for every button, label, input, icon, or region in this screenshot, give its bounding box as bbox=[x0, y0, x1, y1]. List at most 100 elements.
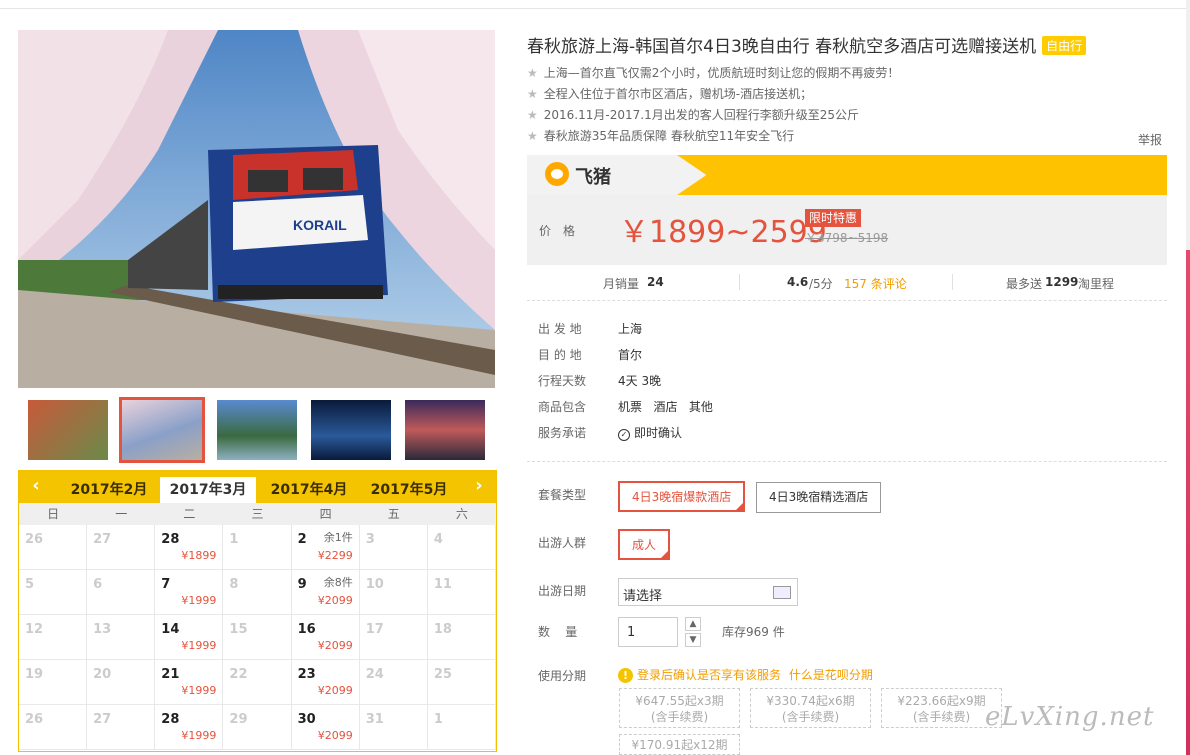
day-number: 20 bbox=[93, 667, 112, 682]
calendar-day-cell[interactable]: 21 ¥1999 bbox=[155, 660, 224, 705]
day-number: 18 bbox=[433, 622, 452, 637]
monthly-sales-label: 月销量 bbox=[603, 277, 640, 291]
day-number: 22 bbox=[229, 667, 248, 682]
installment-option-12[interactable]: ¥170.91起x12期 bbox=[619, 734, 740, 755]
day-number: 19 bbox=[25, 667, 44, 682]
quantity-label: 数 量 bbox=[538, 625, 578, 639]
calendar-day-cell: 11 bbox=[427, 570, 496, 615]
calendar-icon[interactable] bbox=[773, 586, 791, 599]
huabei-help-link[interactable]: 什么是花呗分期 bbox=[789, 668, 873, 682]
info-label: 行程天数 bbox=[538, 374, 587, 388]
divider bbox=[527, 300, 1167, 301]
calendar-day-cell[interactable]: 16 ¥2099 bbox=[291, 615, 360, 660]
day-number: 15 bbox=[229, 622, 248, 637]
fliggy-logo-icon bbox=[545, 162, 569, 186]
month-tab-mar[interactable]: 2017年3月 bbox=[160, 477, 256, 503]
star-icon: ★ bbox=[527, 108, 538, 122]
exclamation-icon: ! bbox=[618, 668, 633, 683]
calendar-day-cell[interactable]: 9 余8件 ¥2099 bbox=[291, 570, 360, 615]
feature-text: 全程入住位于首尔市区酒店，赠机场-酒店接送机； bbox=[543, 87, 813, 101]
installment-option-9[interactable]: ¥223.66起x9期 (含手续费) bbox=[881, 688, 1002, 728]
price-label: 价格 bbox=[539, 224, 588, 238]
quantity-down-icon[interactable]: ▼ bbox=[685, 633, 701, 647]
quantity-up-icon[interactable]: ▲ bbox=[685, 617, 701, 631]
calendar-day-cell: 27 bbox=[87, 705, 156, 750]
calendar-day-cell: 1 bbox=[427, 705, 496, 750]
price-value: ￥1899~2599 bbox=[619, 215, 827, 250]
calendar-day-cell: 27 bbox=[87, 525, 156, 570]
month-tab-apr[interactable]: 2017年4月 bbox=[261, 477, 357, 503]
watermark: eLvXing.net bbox=[985, 702, 1155, 732]
crowd-option-adult[interactable]: 成人 bbox=[618, 529, 671, 560]
day-stock: 余1件 bbox=[323, 531, 353, 544]
weekday-thu: 四 bbox=[319, 507, 332, 521]
installment-amount: ¥170.91起x12期 bbox=[631, 738, 728, 752]
next-month-icon[interactable]: › bbox=[467, 475, 491, 496]
day-number: 24 bbox=[365, 667, 384, 682]
package-label: 套餐类型 bbox=[538, 488, 587, 502]
day-number: 1 bbox=[229, 532, 239, 547]
day-number: 10 bbox=[365, 577, 384, 592]
report-link[interactable]: 举报 bbox=[1138, 131, 1162, 148]
thumbnail-4[interactable] bbox=[311, 400, 391, 460]
feature-item: ★ 春秋旅游35年品质保障 春秋航空11年安全飞行 bbox=[527, 127, 794, 144]
date-label: 出游日期 bbox=[538, 584, 587, 598]
calendar-day-cell: 26 bbox=[19, 525, 88, 570]
info-label: 出 发 地 bbox=[538, 322, 582, 336]
installment-option-6[interactable]: ¥330.74起x6期 (含手续费) bbox=[750, 688, 871, 728]
calendar-day-cell[interactable]: 23 ¥2099 bbox=[291, 660, 360, 705]
calendar-day-cell[interactable]: 14 ¥1999 bbox=[155, 615, 224, 660]
day-number: 21 bbox=[161, 667, 180, 682]
day-price: ¥2099 bbox=[317, 639, 353, 652]
day-number: 7 bbox=[161, 577, 171, 592]
calendar-day-cell[interactable]: 7 ¥1999 bbox=[155, 570, 224, 615]
month-tab-feb[interactable]: 2017年2月 bbox=[61, 477, 157, 503]
calendar-day-cell[interactable]: 30 ¥2099 bbox=[291, 705, 360, 750]
quantity-input[interactable]: 1 bbox=[618, 617, 678, 647]
day-number: 4 bbox=[433, 532, 443, 547]
stats-divider bbox=[952, 274, 953, 290]
thumbnail-5[interactable] bbox=[405, 400, 485, 460]
month-tab-may[interactable]: 2017年5月 bbox=[361, 477, 457, 503]
calendar-day-cell: 12 bbox=[19, 615, 88, 660]
day-number: 30 bbox=[297, 712, 316, 727]
thumbnail-2-selected[interactable] bbox=[119, 397, 205, 463]
stock-count: 库存969 件 bbox=[722, 625, 785, 639]
package-option-select[interactable]: 4日3晚宿精选酒店 bbox=[756, 482, 882, 513]
date-placeholder: 请选择 bbox=[623, 589, 663, 604]
star-icon: ★ bbox=[527, 87, 538, 101]
prev-month-icon[interactable]: ‹ bbox=[24, 475, 48, 496]
review-count-link[interactable]: 157 条评论 bbox=[844, 275, 907, 292]
weekday-wed: 三 bbox=[251, 507, 264, 521]
day-number: 26 bbox=[25, 712, 44, 727]
brand-banner-stripe bbox=[677, 155, 1167, 195]
date-picker-input[interactable]: 请选择 bbox=[618, 578, 798, 606]
original-price: ￥3798~5198 bbox=[805, 231, 889, 245]
thumbnail-1[interactable] bbox=[28, 400, 108, 460]
calendar-day-cell[interactable]: 2 余1件 ¥2299 bbox=[291, 525, 360, 570]
day-price: ¥1999 bbox=[181, 639, 217, 652]
info-duration: 行程天数 4天 3晚 bbox=[538, 372, 661, 389]
main-product-image[interactable]: KORAIL bbox=[18, 30, 495, 388]
product-title-text: 春秋旅游上海-韩国首尔4日3晚自由行 春秋航空多酒店可选赠接送机 bbox=[527, 37, 1037, 57]
package-option-hot[interactable]: 4日3晚宿爆款酒店 bbox=[618, 481, 746, 512]
calendar-day-cell[interactable]: 28 ¥1999 bbox=[155, 705, 224, 750]
divider bbox=[527, 461, 1167, 462]
thumbnail-3[interactable] bbox=[217, 400, 297, 460]
feature-text: 上海—首尔直飞仅需2个小时，优质航班时刻让您的假期不再疲劳！ bbox=[543, 66, 900, 80]
info-value: 机票 酒店 其他 bbox=[618, 400, 713, 414]
rating-value: 4.6 bbox=[787, 275, 809, 289]
info-label: 服务承诺 bbox=[538, 426, 587, 440]
installment-option-3[interactable]: ¥647.55起x3期 (含手续费) bbox=[619, 688, 740, 728]
feature-text: 春秋旅游35年品质保障 春秋航空11年安全飞行 bbox=[543, 129, 795, 143]
weekday-fri: 五 bbox=[387, 507, 400, 521]
day-number: 2 bbox=[297, 532, 307, 547]
product-details: 春秋旅游上海-韩国首尔4日3晚自由行 春秋航空多酒店可选赠接送机 自由行 ★ 上海—… bbox=[527, 0, 1167, 755]
calendar-day-cell: 31 bbox=[359, 705, 428, 750]
calendar-day-cell[interactable]: 28 ¥1899 bbox=[155, 525, 224, 570]
calendar-day-cell: 5 bbox=[19, 570, 88, 615]
day-number: 12 bbox=[25, 622, 44, 637]
weekday-sat: 六 bbox=[455, 507, 468, 521]
installment-amount: ¥223.66起x9期 bbox=[897, 694, 986, 708]
brand-banner: 飞猪 bbox=[527, 155, 1167, 195]
